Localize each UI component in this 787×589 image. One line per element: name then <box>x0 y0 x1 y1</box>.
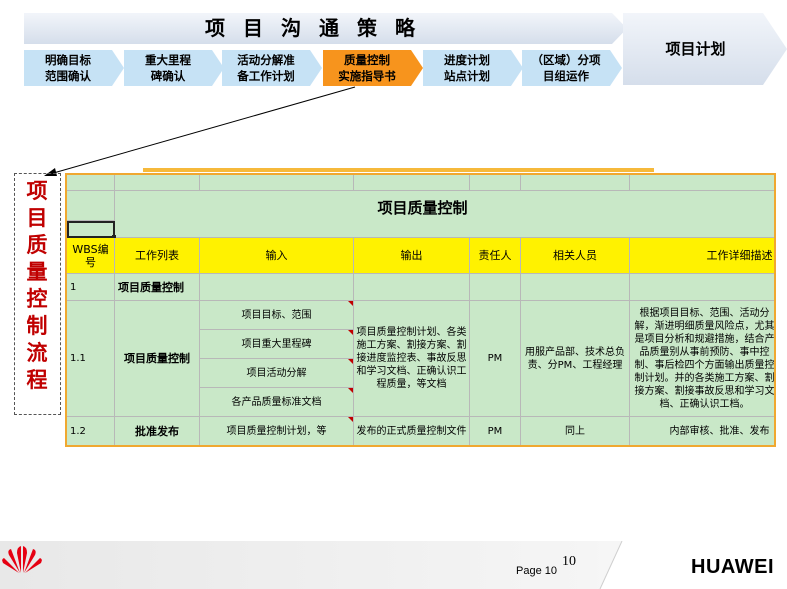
header-related: 相关人员 <box>521 238 630 274</box>
row11-related: 用服产品部、技术总负责、分PM、工程经理 <box>521 301 630 417</box>
huawei-logo-icon <box>0 541 44 575</box>
row11-input-2: 项目重大里程碑 <box>200 330 354 359</box>
row1-task: 项目质量控制 <box>115 274 200 301</box>
side-title-box: 项 目 质 量 控 制 流 程 <box>14 173 61 415</box>
row1-input <box>200 274 354 301</box>
selected-cell[interactable] <box>67 221 115 238</box>
comment-marker[interactable] <box>348 301 353 306</box>
page-label: Page 10 <box>516 565 557 577</box>
header-task: 工作列表 <box>115 238 200 274</box>
row11-input-1: 项目目标、范围 <box>200 301 354 330</box>
row11-task: 项目质量控制 <box>115 301 200 417</box>
row12-task: 批准发布 <box>115 417 200 447</box>
blank-row <box>67 221 776 238</box>
blank-cell <box>354 175 470 191</box>
sheet-top-border <box>143 168 654 172</box>
row11-output: 项目质量控制计划、各类施工方案、割接方案、割接进度监控表、事故反思和学习文档、正… <box>354 301 470 417</box>
row1-output <box>354 274 470 301</box>
row12-detail: 内部审核、批准、发布 <box>630 417 776 447</box>
blank-cell <box>200 175 354 191</box>
comment-marker[interactable] <box>348 359 353 364</box>
blank-cell <box>630 175 776 191</box>
blank-cell <box>521 175 630 191</box>
comment-marker[interactable] <box>348 330 353 335</box>
comment-marker[interactable] <box>348 417 353 422</box>
row12-input: 项目质量控制计划，等 <box>200 417 354 447</box>
blank-cell <box>470 175 521 191</box>
row11-owner: PM <box>470 301 521 417</box>
header-output: 输出 <box>354 238 470 274</box>
page-number: 10 <box>562 554 576 570</box>
quality-control-sheet: 项目质量控制 WBS编号 工作列表 输入 输出 责任人 相关人员 工作详细描述 … <box>65 173 776 447</box>
header-owner: 责任人 <box>470 238 521 274</box>
header-wbs: WBS编号 <box>67 238 115 274</box>
row12-owner: PM <box>470 417 521 447</box>
comment-marker[interactable] <box>348 388 353 393</box>
slide-footer: Page 10 10 HUAWEI <box>0 541 787 589</box>
footer-background <box>0 541 787 589</box>
side-title: 项 目 质 量 控 制 流 程 <box>15 178 59 394</box>
row1-owner <box>470 274 521 301</box>
header-input: 输入 <box>200 238 354 274</box>
row1-wbs: 1 <box>67 274 115 301</box>
row12-output: 发布的正式质量控制文件 <box>354 417 470 447</box>
row12-related: 同上 <box>521 417 630 447</box>
row11-wbs: 1.1 <box>67 301 115 417</box>
row11-input-3: 项目活动分解 <box>200 359 354 388</box>
row1-related <box>521 274 630 301</box>
blank-cell <box>67 175 115 191</box>
row11-input-4: 各产品质量标准文档 <box>200 388 354 417</box>
brand-name: HUAWEI <box>691 556 774 579</box>
row11-detail: 根据项目目标、范围、活动分解，渐进明细质量风险点，尤其是项目分析和规避措施，结合… <box>630 301 776 417</box>
row12-wbs: 1.2 <box>67 417 115 447</box>
blank-cell <box>115 175 200 191</box>
row1-detail <box>630 274 776 301</box>
header-detail: 工作详细描述 <box>630 238 776 274</box>
